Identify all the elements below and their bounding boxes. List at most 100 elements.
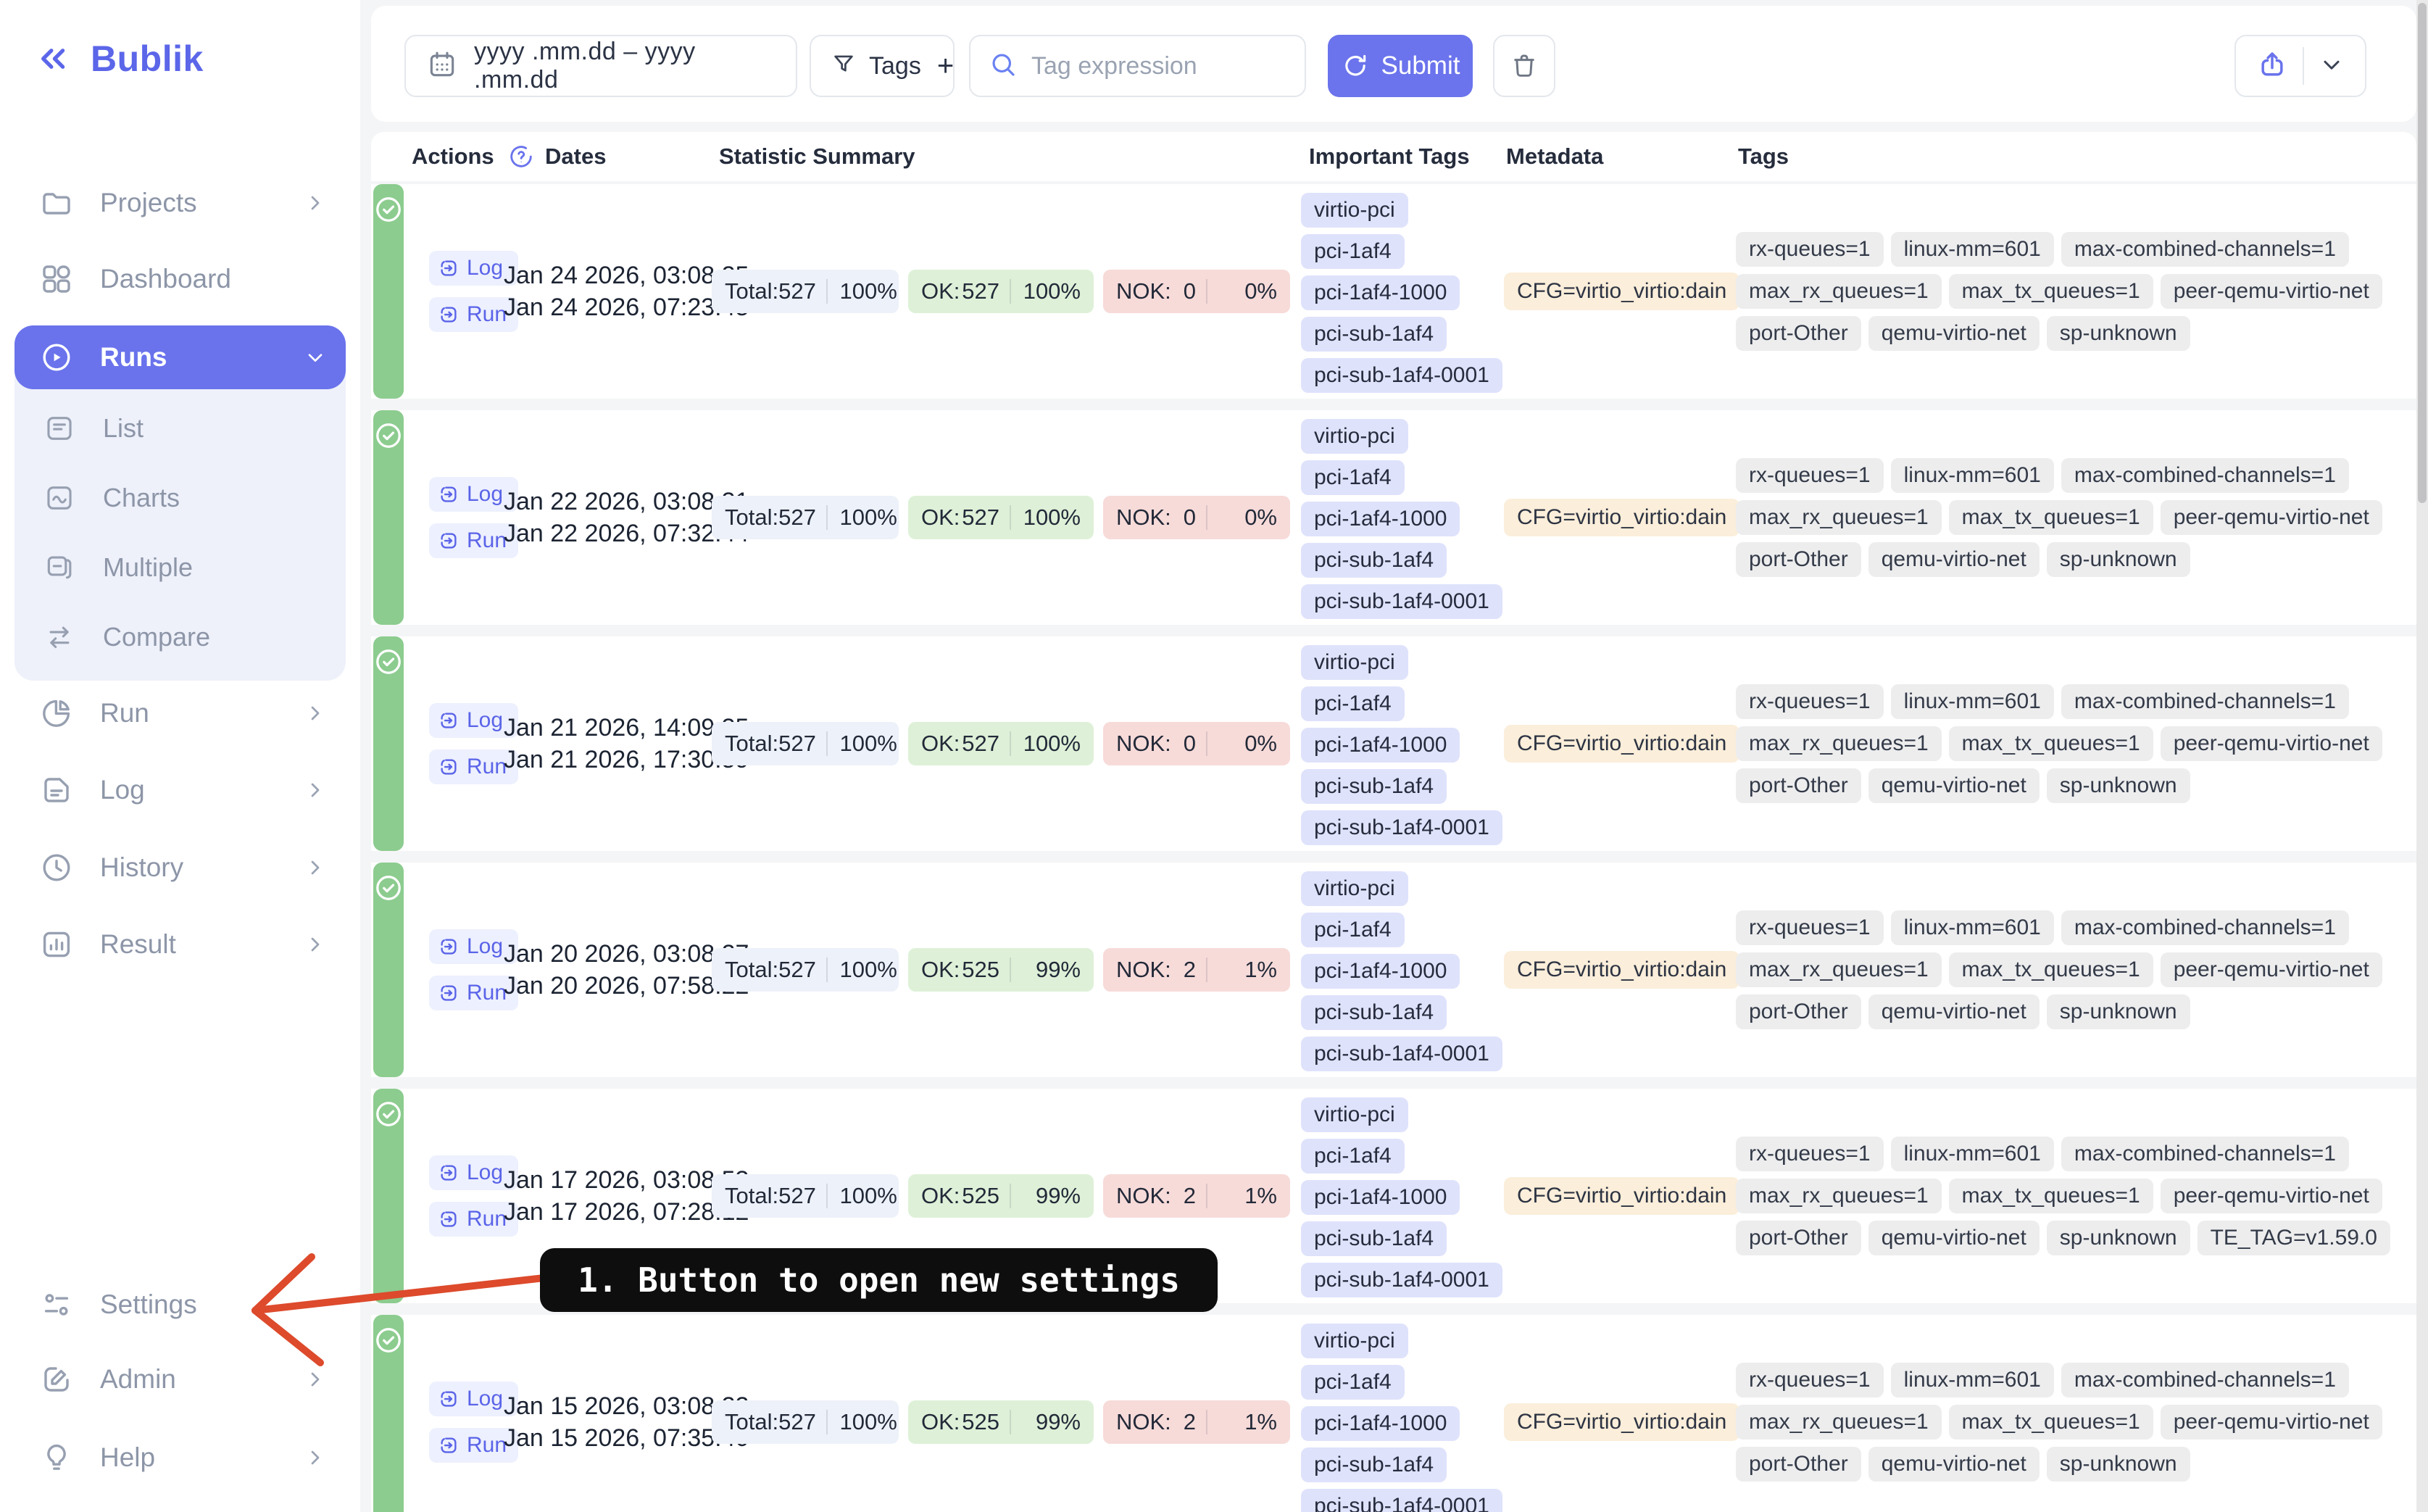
sidebar-item-runs[interactable]: Runs [14,325,346,389]
app-logo[interactable]: Bublik [33,38,204,80]
tag-chip[interactable]: max_rx_queues=1 [1736,726,1942,761]
tag-chip[interactable]: max-combined-channels=1 [2061,1363,2349,1397]
tag-chip[interactable]: max-combined-channels=1 [2061,458,2349,493]
vertical-scrollbar[interactable] [2416,0,2428,1512]
important-tag-chip[interactable]: pci-sub-1af4-0001 [1301,1489,1502,1512]
share-export-icon[interactable] [2256,49,2288,84]
important-tag-chip[interactable]: pci-1af4-1000 [1301,954,1460,989]
important-tag-chip[interactable]: pci-sub-1af4-0001 [1301,810,1502,845]
tag-chip[interactable]: port-Other [1736,316,1861,351]
important-tag-chip[interactable]: virtio-pci [1301,193,1408,228]
important-tag-chip[interactable]: virtio-pci [1301,871,1408,906]
tag-chip[interactable]: qemu-virtio-net [1868,768,2040,803]
clear-filters-button[interactable] [1493,35,1555,97]
tag-chip[interactable]: rx-queues=1 [1736,458,1884,493]
important-tag-chip[interactable]: pci-sub-1af4-0001 [1301,358,1502,393]
important-tag-chip[interactable]: pci-1af4 [1301,460,1405,495]
important-tag-chip[interactable]: pci-sub-1af4-0001 [1301,584,1502,619]
important-tag-chip[interactable]: pci-1af4 [1301,1365,1405,1400]
tag-chip[interactable]: qemu-virtio-net [1868,1447,2040,1482]
important-tag-chip[interactable]: pci-1af4-1000 [1301,275,1460,310]
tag-chip[interactable]: rx-queues=1 [1736,684,1884,719]
sidebar-item-result[interactable]: Result [14,914,346,975]
sidebar-item-history[interactable]: History [14,837,346,898]
tag-chip[interactable]: linux-mm=601 [1891,684,2054,719]
tag-chip[interactable]: peer-qemu-virtio-net [2161,726,2382,761]
tag-chip[interactable]: peer-qemu-virtio-net [2161,1405,2382,1440]
tag-chip[interactable]: sp-unknown [2047,994,2190,1029]
metadata-chip[interactable]: CFG=virtio_virtio:dain [1504,1403,1739,1441]
tag-chip[interactable]: peer-qemu-virtio-net [2161,1179,2382,1213]
important-tag-chip[interactable]: pci-1af4-1000 [1301,1180,1460,1215]
important-tag-chip[interactable]: pci-1af4-1000 [1301,1406,1460,1441]
tag-chip[interactable]: rx-queues=1 [1736,1137,1884,1171]
tag-chip[interactable]: max_tx_queues=1 [1949,500,2153,535]
sidebar-item-settings[interactable]: Settings [14,1274,346,1335]
important-tag-chip[interactable]: pci-sub-1af4 [1301,317,1447,352]
tag-chip[interactable]: linux-mm=601 [1891,910,2054,945]
tag-chip[interactable]: port-Other [1736,994,1861,1029]
sidebar-item-projects[interactable]: Projects [14,173,346,233]
tag-chip[interactable]: max_tx_queues=1 [1949,1179,2153,1213]
sidebar-item-run[interactable]: Run [14,683,346,744]
tag-expression-input[interactable] [1031,52,1287,80]
metadata-chip[interactable]: CFG=virtio_virtio:dain [1504,725,1739,763]
tag-chip[interactable]: max_tx_queues=1 [1949,1405,2153,1440]
important-tag-chip[interactable]: virtio-pci [1301,645,1408,680]
tag-chip[interactable]: max_tx_queues=1 [1949,952,2153,987]
metadata-chip[interactable]: CFG=virtio_virtio:dain [1504,499,1739,536]
tag-chip[interactable]: sp-unknown [2047,768,2190,803]
tag-chip[interactable]: peer-qemu-virtio-net [2161,952,2382,987]
important-tag-chip[interactable]: pci-sub-1af4-0001 [1301,1037,1502,1071]
important-tag-chip[interactable]: pci-1af4-1000 [1301,502,1460,536]
tag-chip[interactable]: max_rx_queues=1 [1736,1405,1942,1440]
sidebar-item-admin[interactable]: Admin [14,1349,346,1410]
tag-chip[interactable]: port-Other [1736,542,1861,577]
tag-chip[interactable]: rx-queues=1 [1736,1363,1884,1397]
important-tag-chip[interactable]: pci-1af4 [1301,686,1405,721]
tags-filter-button[interactable]: Tags + [810,35,955,97]
important-tag-chip[interactable]: virtio-pci [1301,1324,1408,1358]
tag-chip[interactable]: rx-queues=1 [1736,910,1884,945]
tag-chip[interactable]: sp-unknown [2047,1221,2190,1255]
tag-chip[interactable]: port-Other [1736,768,1861,803]
sidebar-item-dashboard[interactable]: Dashboard [14,249,346,310]
tag-chip[interactable]: linux-mm=601 [1891,1137,2054,1171]
collapse-sidebar-icon[interactable] [33,39,72,78]
sidebar-subitem-charts[interactable]: Charts [14,463,346,533]
metadata-chip[interactable]: CFG=virtio_virtio:dain [1504,951,1739,989]
tag-chip[interactable]: sp-unknown [2047,1447,2190,1482]
tag-chip[interactable]: max-combined-channels=1 [2061,910,2349,945]
tag-chip[interactable]: max-combined-channels=1 [2061,1137,2349,1171]
tag-chip[interactable]: TE_TAG=v1.59.0 [2198,1221,2390,1255]
tag-chip[interactable]: sp-unknown [2047,542,2190,577]
sidebar-subitem-compare[interactable]: Compare [14,602,346,672]
export-menu-chevron-icon[interactable] [2319,51,2345,81]
tag-chip[interactable]: linux-mm=601 [1891,1363,2054,1397]
tag-chip[interactable]: port-Other [1736,1221,1861,1255]
important-tag-chip[interactable]: virtio-pci [1301,419,1408,454]
tag-chip[interactable]: max_tx_queues=1 [1949,274,2153,309]
tag-chip[interactable]: rx-queues=1 [1736,232,1884,267]
tag-chip[interactable]: peer-qemu-virtio-net [2161,500,2382,535]
tag-chip[interactable]: max_tx_queues=1 [1949,726,2153,761]
important-tag-chip[interactable]: pci-sub-1af4 [1301,769,1447,804]
tag-chip[interactable]: qemu-virtio-net [1868,542,2040,577]
important-tag-chip[interactable]: pci-1af4 [1301,234,1405,269]
tag-chip[interactable]: port-Other [1736,1447,1861,1482]
tag-chip[interactable]: qemu-virtio-net [1868,994,2040,1029]
tag-chip[interactable]: qemu-virtio-net [1868,316,2040,351]
sidebar-subitem-list[interactable]: List [14,394,346,463]
help-question-icon[interactable] [507,143,535,170]
important-tag-chip[interactable]: pci-sub-1af4 [1301,1447,1447,1482]
tag-chip[interactable]: max_rx_queues=1 [1736,274,1942,309]
tag-chip[interactable]: qemu-virtio-net [1868,1221,2040,1255]
important-tag-chip[interactable]: pci-sub-1af4 [1301,1221,1447,1256]
metadata-chip[interactable]: CFG=virtio_virtio:dain [1504,1177,1739,1215]
scrollbar-thumb[interactable] [2418,3,2427,503]
submit-button[interactable]: Submit [1328,35,1473,97]
tag-chip[interactable]: linux-mm=601 [1891,232,2054,267]
important-tag-chip[interactable]: pci-1af4 [1301,1139,1405,1174]
important-tag-chip[interactable]: pci-1af4-1000 [1301,728,1460,763]
tag-chip[interactable]: max-combined-channels=1 [2061,684,2349,719]
